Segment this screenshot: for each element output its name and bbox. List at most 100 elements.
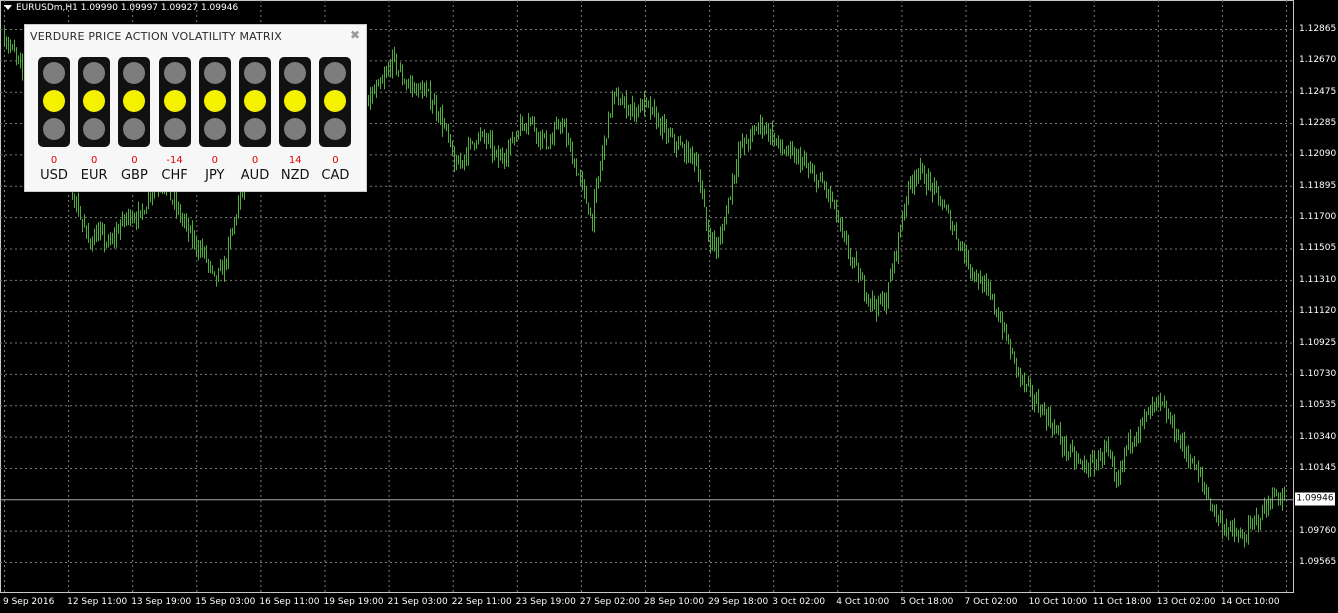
time-tick-label: 23 Sep 19:00 [515, 597, 576, 607]
time-tick-label: 9 Sep 2016 [3, 597, 55, 607]
time-tick-label: 14 Oct 10:00 [1220, 597, 1280, 607]
lamp-bottom [43, 118, 65, 140]
traffic-light-icon [158, 57, 191, 147]
lamp-bottom [163, 118, 186, 140]
lamp-middle [43, 90, 65, 112]
time-tick-label: 15 Sep 03:00 [195, 597, 256, 607]
close-icon[interactable]: ✖ [350, 28, 360, 42]
lamp-middle [203, 90, 226, 112]
time-tick-label: 28 Sep 10:00 [644, 597, 705, 607]
currency-name: CHF [161, 168, 188, 183]
traffic-light-icon [239, 57, 271, 147]
currency-name: AUD [240, 168, 270, 183]
lamp-middle [83, 90, 106, 112]
lamp-bottom [284, 118, 307, 140]
currency-light-nzd: 14 NZD [278, 57, 312, 183]
traffic-light-icon [319, 57, 352, 147]
currency-light-chf: -14 CHF [158, 57, 192, 183]
currency-light-eur: 0 EUR [77, 57, 111, 183]
lamp-top [123, 62, 146, 84]
lamp-top [203, 62, 226, 84]
time-tick-label: 10 Oct 10:00 [1028, 597, 1088, 607]
currency-value: 14 [288, 155, 302, 166]
dropdown-triangle-icon[interactable] [4, 5, 12, 10]
currency-light-gbp: 0 GBP [117, 57, 151, 183]
lamp-top [284, 62, 307, 84]
time-tick-label: 3 Oct 02:00 [772, 597, 826, 607]
price-tick-label: 1.10145 [1299, 462, 1337, 473]
price-tick-label: 1.11895 [1299, 180, 1337, 191]
price-tick-label: 1.12670 [1299, 55, 1337, 66]
lamp-bottom [324, 118, 347, 140]
volatility-matrix-panel[interactable]: VERDURE PRICE ACTION VOLATILITY MATRIX ✖… [24, 24, 367, 192]
currency-value: 0 [50, 155, 58, 166]
price-tick-label: 1.11505 [1299, 243, 1337, 254]
lamp-top [163, 62, 186, 84]
currency-value: -14 [166, 155, 183, 166]
lamp-middle [244, 90, 266, 112]
currency-value: 0 [131, 155, 138, 166]
price-tick-label: 1.10730 [1299, 368, 1337, 379]
price-tick-label: 1.12865 [1299, 24, 1337, 34]
price-tick-label: 1.12285 [1299, 118, 1337, 129]
chart-header-text: EURUSDm,H1 1.09990 1.09997 1.09927 1.099… [16, 3, 239, 13]
time-tick-label: 4 Oct 10:00 [836, 597, 890, 607]
currency-value: 0 [211, 155, 218, 166]
currency-name: GBP [120, 168, 148, 183]
time-tick-label: 19 Sep 19:00 [323, 597, 384, 607]
time-tick-label: 11 Oct 18:00 [1092, 597, 1152, 607]
traffic-light-icon [198, 57, 231, 147]
time-tick-label: 7 Oct 02:00 [964, 597, 1018, 607]
traffic-light-icon [118, 57, 151, 147]
price-tick-label: 1.09760 [1299, 525, 1337, 536]
currency-name: EUR [80, 168, 108, 183]
time-tick-label: 13 Oct 02:00 [1156, 597, 1216, 607]
lamp-top [324, 62, 347, 84]
time-tick-label: 5 Oct 18:00 [900, 597, 954, 607]
lamp-middle [324, 90, 347, 112]
chart-header: EURUSDm,H1 1.09990 1.09997 1.09927 1.099… [4, 3, 238, 13]
lamp-bottom [203, 118, 226, 140]
currency-light-usd: 0 USD [37, 57, 71, 183]
currency-name: JPY [205, 168, 225, 183]
price-tick-label: 1.12475 [1299, 86, 1337, 97]
time-tick-label: 12 Sep 11:00 [67, 597, 128, 607]
lamp-bottom [244, 118, 266, 140]
currency-value: 0 [251, 155, 259, 166]
lamp-middle [163, 90, 186, 112]
price-tick-label: 1.10925 [1299, 337, 1337, 348]
price-tick-label: 1.10340 [1299, 431, 1337, 442]
matrix-title: VERDURE PRICE ACTION VOLATILITY MATRIX [30, 30, 282, 43]
lamp-bottom [83, 118, 106, 140]
traffic-light-icon [78, 57, 111, 147]
price-tick-label: 1.11310 [1299, 274, 1337, 285]
time-tick-label: 13 Sep 19:00 [131, 597, 192, 607]
currency-name: USD [40, 168, 68, 183]
price-tick-label: 1.12090 [1299, 149, 1337, 160]
currency-value: 0 [332, 155, 339, 166]
currency-light-aud: 0 AUD [238, 57, 272, 183]
currency-light-cad: 0 CAD [318, 57, 352, 183]
currency-name: NZD [280, 168, 310, 183]
traffic-light-icon [38, 57, 70, 147]
time-tick-label: 22 Sep 11:00 [451, 597, 512, 607]
price-tick-label: 1.09565 [1299, 557, 1337, 567]
lamp-middle [123, 90, 146, 112]
lamp-top [43, 62, 65, 84]
traffic-light-icon [279, 57, 312, 147]
currency-light-jpy: 0 JPY [198, 57, 232, 183]
price-tick-label: 1.10535 [1299, 400, 1337, 411]
lamp-top [244, 62, 266, 84]
lamp-middle [284, 90, 307, 112]
time-tick-label: 16 Sep 11:00 [259, 597, 320, 607]
current-price-label: 1.09946 [1295, 492, 1335, 506]
lamp-top [83, 62, 106, 84]
currency-name: CAD [321, 168, 350, 183]
time-tick-label: 29 Sep 18:00 [708, 597, 769, 607]
lamp-bottom [123, 118, 146, 140]
price-tick-label: 1.11120 [1299, 306, 1337, 317]
time-tick-label: 21 Sep 03:00 [387, 597, 448, 607]
price-tick-label: 1.11700 [1299, 212, 1337, 223]
currency-value: 0 [91, 155, 98, 166]
time-tick-label: 27 Sep 02:00 [579, 597, 640, 607]
